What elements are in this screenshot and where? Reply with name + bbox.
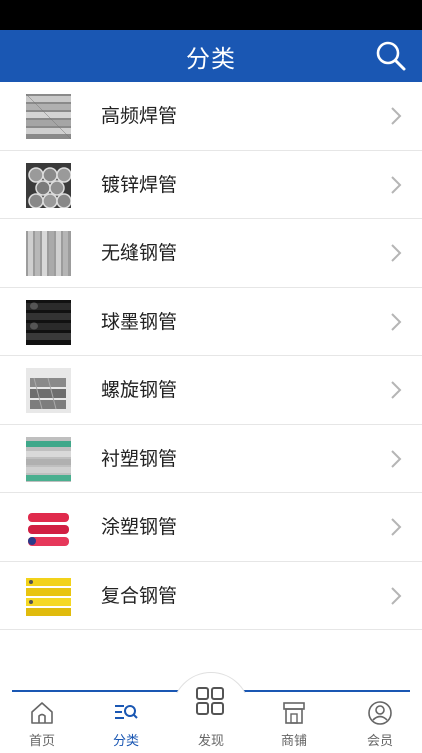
chevron-right-icon (391, 381, 402, 399)
category-label: 球墨钢管 (101, 310, 178, 333)
pipe-thumbnail (26, 299, 71, 345)
grid-icon (196, 687, 224, 715)
category-row-galvanized[interactable]: 镀锌焊管 (0, 150, 422, 219)
header: 分类 (0, 30, 422, 82)
tab-discover[interactable]: 发现 (170, 680, 252, 750)
pipe-thumbnail (26, 573, 71, 619)
tab-label: 商铺 (280, 734, 307, 749)
chevron-right-icon (391, 107, 402, 125)
chevron-right-icon (391, 586, 402, 605)
category-row-ductile[interactable]: 球墨钢管 (0, 287, 422, 356)
chevron-right-icon (391, 175, 402, 194)
tab-label: 会员 (366, 734, 393, 749)
page-title: 分类 (186, 44, 236, 73)
pipe-thumbnail (26, 162, 71, 208)
home-icon (31, 702, 53, 724)
category-row-spiral[interactable]: 螺旋钢管 (0, 356, 422, 425)
category-label: 高频焊管 (101, 105, 178, 127)
category-label: 复合钢管 (101, 584, 178, 607)
chevron-right-icon (391, 518, 402, 536)
tab-category[interactable]: 分类 (84, 692, 168, 750)
tab-label: 分类 (112, 734, 139, 749)
status-bar (0, 0, 422, 30)
category-row-seamless[interactable]: 无缝钢管 (0, 219, 422, 288)
search-icon[interactable] (374, 39, 408, 73)
category-row-lined[interactable]: 衬塑钢管 (0, 424, 422, 493)
category-list: 高频焊管 镀锌焊管 无缝钢管 球墨钢管 螺旋钢管 衬塑钢管 涂塑钢管 复合钢管 (0, 82, 422, 630)
pipe-thumbnail (26, 94, 71, 139)
chevron-right-icon (391, 312, 402, 331)
shop-icon (283, 702, 305, 724)
chevron-right-icon (391, 244, 402, 262)
category-label: 螺旋钢管 (101, 379, 178, 401)
category-label: 衬塑钢管 (101, 447, 178, 470)
category-label: 无缝钢管 (101, 242, 178, 264)
category-search-icon (115, 705, 138, 719)
pipe-thumbnail (26, 368, 71, 413)
category-label: 镀锌焊管 (101, 173, 178, 196)
tab-home[interactable]: 首页 (0, 692, 84, 750)
chevron-right-icon (391, 449, 402, 468)
tab-label: 首页 (28, 734, 55, 749)
category-row-coated[interactable]: 涂塑钢管 (0, 493, 422, 562)
category-row-high-frequency[interactable]: 高频焊管 (0, 82, 422, 151)
pipe-thumbnail (26, 505, 71, 550)
tab-shop[interactable]: 商铺 (252, 692, 336, 750)
member-icon (368, 701, 392, 725)
pipe-thumbnail (26, 436, 71, 482)
tab-label: 发现 (197, 734, 224, 749)
tab-member[interactable]: 会员 (338, 692, 422, 750)
pipe-thumbnail (26, 231, 71, 276)
category-label: 涂塑钢管 (101, 516, 178, 538)
category-row-composite[interactable]: 复合钢管 (0, 561, 422, 630)
